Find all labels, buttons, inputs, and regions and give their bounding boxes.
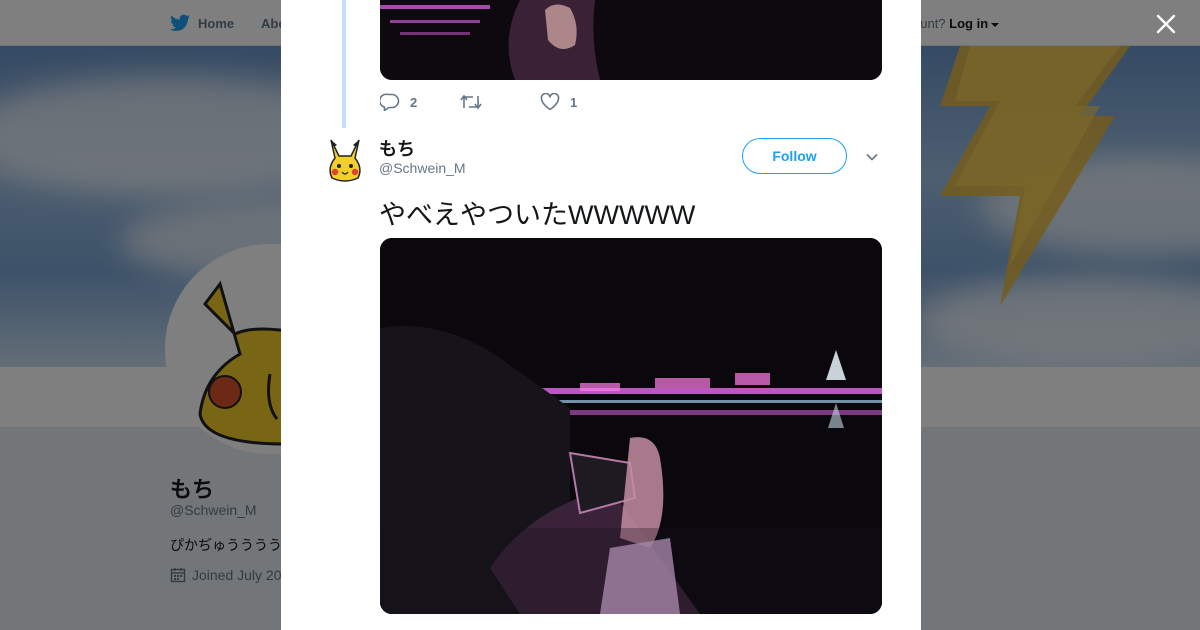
tweet-author-avatar[interactable]	[325, 138, 365, 182]
reply-button[interactable]: 2	[380, 93, 460, 111]
previous-tweet-actions: 2 1	[380, 92, 620, 112]
tweet-text: やべえやついたWWWWW	[379, 200, 696, 230]
retweet-icon	[460, 94, 482, 110]
reply-count: 2	[410, 94, 418, 110]
like-count: 1	[570, 94, 578, 110]
like-button[interactable]: 1	[540, 93, 620, 111]
tweet-author-name[interactable]: もち	[379, 135, 415, 161]
previous-tweet-image[interactable]	[380, 0, 882, 80]
chevron-down-icon[interactable]	[865, 150, 879, 164]
close-icon[interactable]	[1154, 12, 1178, 36]
tweet-image[interactable]	[380, 238, 882, 614]
follow-button[interactable]: Follow	[742, 138, 847, 174]
retweet-button[interactable]	[460, 94, 540, 110]
tweet-modal: 2 1 もち @Schwein_M Follow やべえやついたWWWWW	[281, 0, 921, 630]
thread-line	[342, 0, 346, 128]
tweet-author-handle[interactable]: @Schwein_M	[379, 160, 466, 176]
reply-icon	[380, 93, 400, 111]
heart-icon	[540, 93, 560, 111]
